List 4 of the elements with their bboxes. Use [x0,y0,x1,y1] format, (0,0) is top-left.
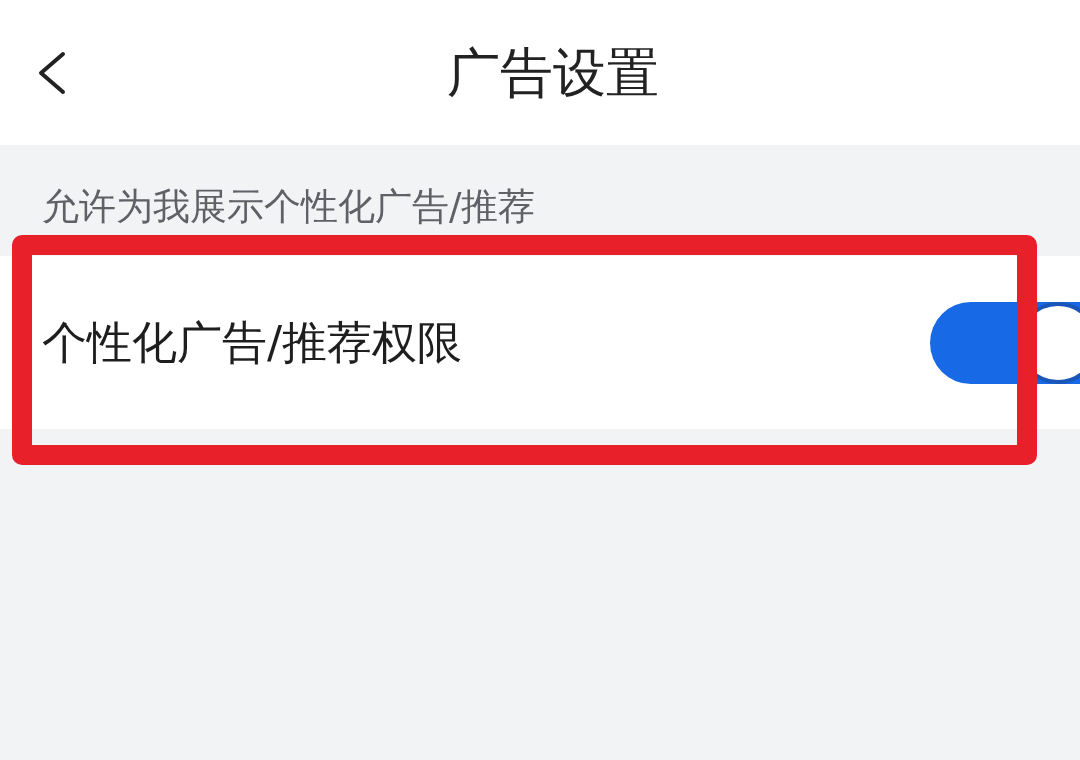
setting-label: 个性化广告/推荐权限 [42,315,463,370]
page-title: 广告设置 [447,40,659,105]
back-icon[interactable] [36,50,66,95]
section-label: 允许为我展示个性化广告/推荐 [42,185,536,230]
